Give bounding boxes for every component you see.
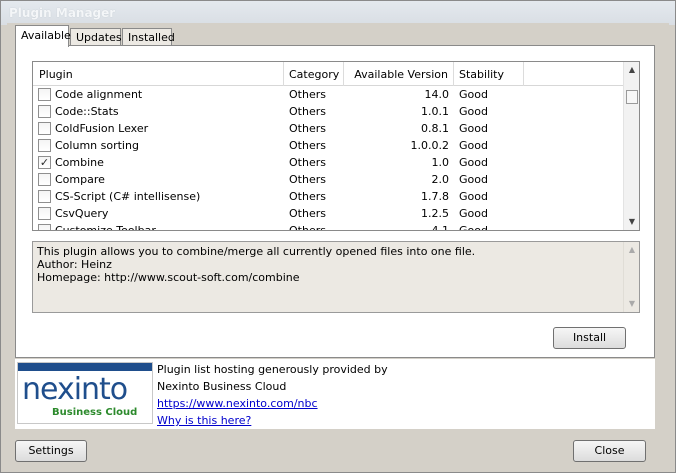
checkmark-icon: ✓ (39, 156, 50, 169)
scroll-up-arrow-icon[interactable]: ▲ (624, 242, 640, 258)
plugin-name-cell: Customize Toolbar (55, 224, 156, 231)
plugin-manager-window: Plugin Manager Available Updates Install… (0, 0, 676, 473)
stability-cell: Good (459, 88, 488, 101)
stability-cell: Good (459, 139, 488, 152)
description-line-homepage: Homepage: http://www.scout-soft.com/comb… (37, 271, 300, 284)
scroll-down-arrow-icon[interactable]: ▼ (624, 296, 640, 312)
list-header: Plugin Category Available Version Stabil… (33, 62, 623, 86)
version-cell: 2.0 (431, 173, 450, 186)
scroll-up-arrow-icon[interactable]: ▲ (624, 62, 639, 78)
row-checkbox[interactable] (38, 122, 51, 135)
title-bar: Plugin Manager (1, 1, 675, 25)
table-row[interactable]: Customize Toolbar Others 4.1 Good (33, 222, 623, 231)
stability-cell: Good (459, 122, 488, 135)
plugin-list[interactable]: Plugin Category Available Version Stabil… (32, 61, 640, 231)
description-text: This plugin allows you to combine/merge … (37, 245, 475, 284)
column-header-stability[interactable]: Stability (454, 62, 524, 86)
category-cell: Others (289, 224, 326, 231)
category-cell: Others (289, 122, 326, 135)
version-cell: 1.2.5 (421, 207, 449, 220)
sponsor-line-2: Nexinto Business Cloud (157, 380, 287, 393)
dialog-client-area: Available Updates Installed Plugin Categ… (7, 23, 669, 467)
description-line-summary: This plugin allows you to combine/merge … (37, 245, 476, 258)
plugin-list-scrollbar[interactable]: ▲ ▼ (623, 62, 639, 230)
plugin-description-box[interactable]: This plugin allows you to combine/merge … (32, 241, 640, 313)
plugin-name-cell: Code::Stats (55, 105, 119, 118)
version-cell: 1.0 (431, 156, 450, 169)
version-cell: 4.1 (431, 224, 450, 231)
stability-cell: Good (459, 173, 488, 186)
row-checkbox[interactable] (38, 207, 51, 220)
row-checkbox[interactable] (38, 190, 51, 203)
table-row[interactable]: Compare Others 2.0 Good (33, 171, 623, 188)
plugin-rows: Code alignment Others 14.0 Good Code::Stats O… (33, 86, 623, 231)
stability-cell: Good (459, 156, 488, 169)
nexinto-logo: nexinto Business Cloud (17, 362, 153, 424)
version-cell: 1.0.0.2 (410, 139, 449, 152)
tab-installed[interactable]: Installed (122, 28, 175, 46)
description-line-author: Author: Heinz (37, 258, 112, 271)
sponsor-url-link[interactable]: https://www.nexinto.com/nbc (157, 395, 318, 412)
sponsor-line-1: Plugin list hosting generously provided … (157, 363, 388, 376)
description-scrollbar[interactable]: ▲ ▼ (623, 242, 639, 312)
window-title: Plugin Manager (9, 6, 116, 20)
category-cell: Others (289, 156, 326, 169)
scrollbar-thumb[interactable] (626, 90, 638, 104)
column-header-available-version[interactable]: Available Version (344, 62, 454, 86)
plugin-name-cell: Compare (55, 173, 105, 186)
category-cell: Others (289, 190, 326, 203)
stability-cell: Good (459, 190, 488, 203)
logo-wordmark: nexinto (22, 372, 128, 407)
version-cell: 0.8.1 (421, 122, 449, 135)
row-checkbox[interactable] (38, 105, 51, 118)
table-row[interactable]: Code::Stats Others 1.0.1 Good (33, 103, 623, 120)
category-cell: Others (289, 173, 326, 186)
version-cell: 1.7.8 (421, 190, 449, 203)
plugin-name-cell: ColdFusion Lexer (55, 122, 149, 135)
stability-cell: Good (459, 224, 488, 231)
category-cell: Others (289, 105, 326, 118)
table-row[interactable]: Column sorting Others 1.0.0.2 Good (33, 137, 623, 154)
column-header-plugin[interactable]: Plugin (33, 62, 284, 86)
table-row[interactable]: Code alignment Others 14.0 Good (33, 86, 623, 103)
tab-updates[interactable]: Updates (70, 28, 122, 46)
stability-cell: Good (459, 207, 488, 220)
logo-tagline: Business Cloud (52, 407, 138, 418)
category-cell: Others (289, 88, 326, 101)
category-cell: Others (289, 207, 326, 220)
row-checkbox[interactable]: ✓ (38, 156, 51, 169)
plugin-name-cell: Column sorting (55, 139, 139, 152)
sponsor-panel: nexinto Business Cloud Plugin list hosti… (15, 359, 655, 429)
plugin-name-cell: CS-Script (C# intellisense) (55, 190, 201, 203)
row-checkbox[interactable] (38, 224, 51, 230)
table-row[interactable]: CsvQuery Others 1.2.5 Good (33, 205, 623, 222)
plugin-name-cell: CsvQuery (55, 207, 109, 220)
version-cell: 1.0.1 (421, 105, 449, 118)
scroll-down-arrow-icon[interactable]: ▼ (624, 214, 639, 230)
version-cell: 14.0 (424, 88, 450, 101)
close-button[interactable]: Close (573, 440, 646, 462)
plugin-name-cell: Combine (55, 156, 104, 169)
row-checkbox[interactable] (38, 88, 51, 101)
available-tab-panel: Plugin Category Available Version Stabil… (15, 45, 655, 358)
row-checkbox[interactable] (38, 173, 51, 186)
row-checkbox[interactable] (38, 139, 51, 152)
stability-cell: Good (459, 105, 488, 118)
table-row[interactable]: ✓ Combine Others 1.0 Good (33, 154, 623, 171)
category-cell: Others (289, 139, 326, 152)
table-row[interactable]: CS-Script (C# intellisense) Others 1.7.8 Go… (33, 188, 623, 205)
table-row[interactable]: ColdFusion Lexer Others 0.8.1 Good (33, 120, 623, 137)
why-is-this-here-link[interactable]: Why is this here? (157, 412, 251, 429)
tab-available[interactable]: Available (15, 25, 71, 47)
logo-bar (18, 363, 152, 371)
settings-button[interactable]: Settings (15, 440, 87, 462)
install-button[interactable]: Install (553, 327, 626, 349)
plugin-name-cell: Code alignment (55, 88, 143, 101)
column-header-category[interactable]: Category (284, 62, 344, 86)
